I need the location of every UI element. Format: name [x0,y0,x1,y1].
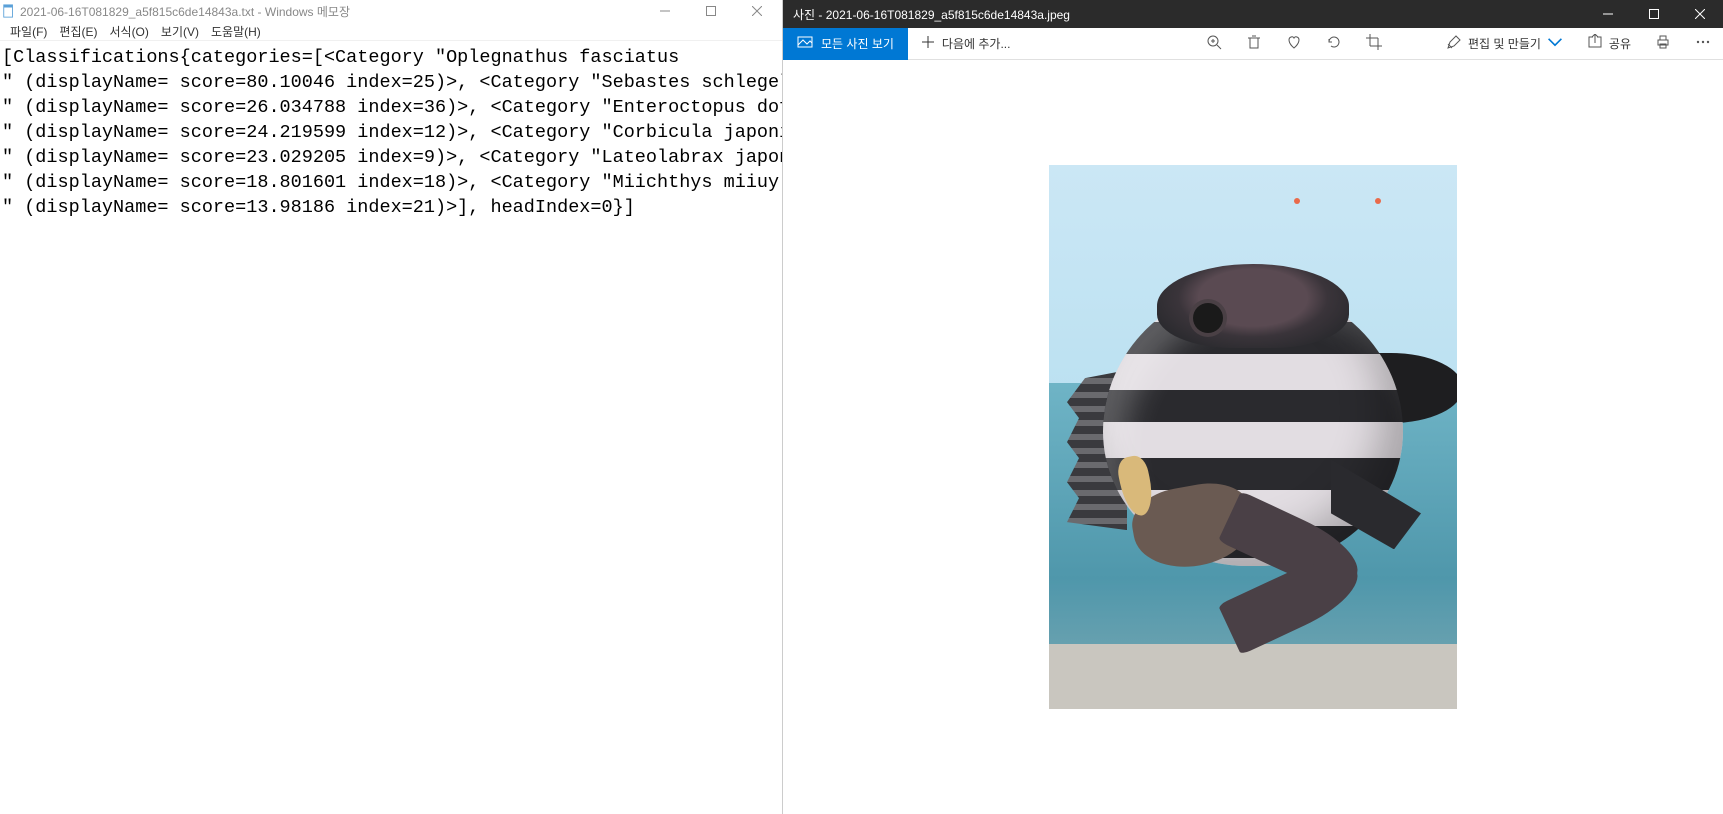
more-icon [1695,34,1711,53]
menu-file[interactable]: 파일(F) [4,23,53,40]
favorite-button[interactable] [1274,28,1314,60]
photos-titlebar[interactable]: 사진 - 2021-06-16T081829_a5f815c6de14843a.… [783,0,1723,28]
add-to-label: 다음에 추가... [942,35,1011,52]
menu-help[interactable]: 도움말(H) [205,23,267,40]
see-all-photos-label: 모든 사진 보기 [821,35,894,52]
notepad-window: 2021-06-16T081829_a5f815c6de14843a.txt -… [0,0,783,814]
chevron-down-icon [1547,34,1563,53]
crop-button[interactable] [1354,28,1394,60]
menu-format[interactable]: 서식(O) [103,23,154,40]
share-button[interactable]: 공유 [1575,28,1643,60]
notepad-title: 2021-06-16T081829_a5f815c6de14843a.txt -… [20,3,350,20]
more-button[interactable] [1683,28,1723,60]
photos-window: 사진 - 2021-06-16T081829_a5f815c6de14843a.… [783,0,1723,814]
print-icon [1655,34,1671,53]
crop-icon [1366,34,1382,53]
edit-icon [1446,34,1462,53]
photo-canvas[interactable] [783,60,1723,814]
photo-image [1049,165,1457,709]
gallery-icon [797,34,813,53]
notepad-titlebar[interactable]: 2021-06-16T081829_a5f815c6de14843a.txt -… [0,0,782,22]
plus-icon [920,34,936,53]
notepad-menubar: 파일(F) 편집(E) 서식(O) 보기(V) 도움말(H) [0,22,782,41]
share-icon [1587,34,1603,53]
maximize-button[interactable] [688,0,734,22]
edit-create-label: 편집 및 만들기 [1468,35,1541,52]
rotate-button[interactable] [1314,28,1354,60]
zoom-icon [1206,34,1222,53]
menu-edit[interactable]: 편집(E) [53,23,103,40]
add-to-button[interactable]: 다음에 추가... [908,28,1023,60]
see-all-photos-button[interactable]: 모든 사진 보기 [783,28,908,60]
close-button[interactable] [1677,0,1723,28]
maximize-button[interactable] [1631,0,1677,28]
photos-toolbar: 모든 사진 보기 다음에 추가... [783,28,1723,60]
delete-button[interactable] [1234,28,1274,60]
heart-icon [1286,34,1302,53]
photos-title: 사진 - 2021-06-16T081829_a5f815c6de14843a.… [793,6,1070,23]
close-button[interactable] [734,0,780,22]
zoom-button[interactable] [1194,28,1234,60]
notepad-app-icon [2,4,16,18]
rotate-icon [1326,34,1342,53]
minimize-button[interactable] [642,0,688,22]
menu-view[interactable]: 보기(V) [155,23,205,40]
notepad-text-area[interactable]: [Classifications{categories=[<Category "… [0,41,782,814]
trash-icon [1246,34,1262,53]
share-label: 공유 [1609,35,1631,52]
print-button[interactable] [1643,28,1683,60]
edit-create-button[interactable]: 편집 및 만들기 [1434,28,1575,60]
minimize-button[interactable] [1585,0,1631,28]
